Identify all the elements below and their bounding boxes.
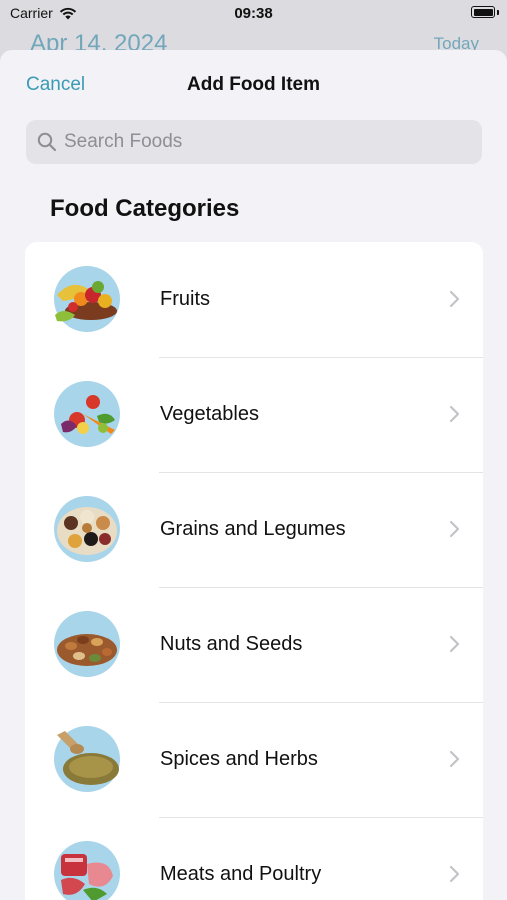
nav-bar: Cancel Add Food Item — [0, 50, 507, 116]
category-label: Meats and Poultry — [160, 863, 322, 885]
meats-poultry-icon — [54, 841, 120, 900]
chevron-right-icon — [449, 405, 460, 423]
section-title: Food Categories — [50, 195, 240, 222]
category-row-meats-poultry[interactable]: Meats and Poultry — [25, 817, 483, 900]
category-row-nuts-seeds[interactable]: Nuts and Seeds — [25, 587, 483, 702]
add-food-sheet: Cancel Add Food Item Food Categories — [0, 50, 507, 900]
category-row-fruits[interactable]: Fruits — [25, 242, 483, 357]
category-label: Fruits — [160, 288, 210, 310]
search-input[interactable] — [64, 131, 482, 153]
category-label: Vegetables — [160, 403, 259, 425]
category-row-vegetables[interactable]: Vegetables — [25, 357, 483, 472]
category-label: Grains and Legumes — [160, 518, 346, 540]
status-time: 09:38 — [234, 5, 273, 22]
search-bar[interactable] — [26, 120, 482, 164]
category-row-spices-herbs[interactable]: Spices and Herbs — [25, 702, 483, 817]
chevron-right-icon — [449, 520, 460, 538]
chevron-right-icon — [449, 865, 460, 883]
search-icon — [36, 131, 58, 153]
fruit-bowl-icon — [54, 266, 120, 332]
battery-icon — [471, 6, 495, 18]
category-row-grains-legumes[interactable]: Grains and Legumes — [25, 472, 483, 587]
vegetables-icon — [54, 381, 120, 447]
category-list: Fruits Vegetables Grains and Legumes Nut… — [25, 242, 483, 900]
chevron-right-icon — [449, 290, 460, 308]
chevron-right-icon — [449, 750, 460, 768]
battery-tip — [497, 10, 499, 15]
chevron-right-icon — [449, 635, 460, 653]
category-label: Spices and Herbs — [160, 748, 318, 770]
cancel-button[interactable]: Cancel — [26, 74, 85, 96]
spices-herbs-icon — [54, 726, 120, 792]
grains-legumes-icon — [54, 496, 120, 562]
nuts-seeds-icon — [54, 611, 120, 677]
status-bar: Carrier 09:38 — [0, 0, 507, 28]
category-label: Nuts and Seeds — [160, 633, 303, 655]
